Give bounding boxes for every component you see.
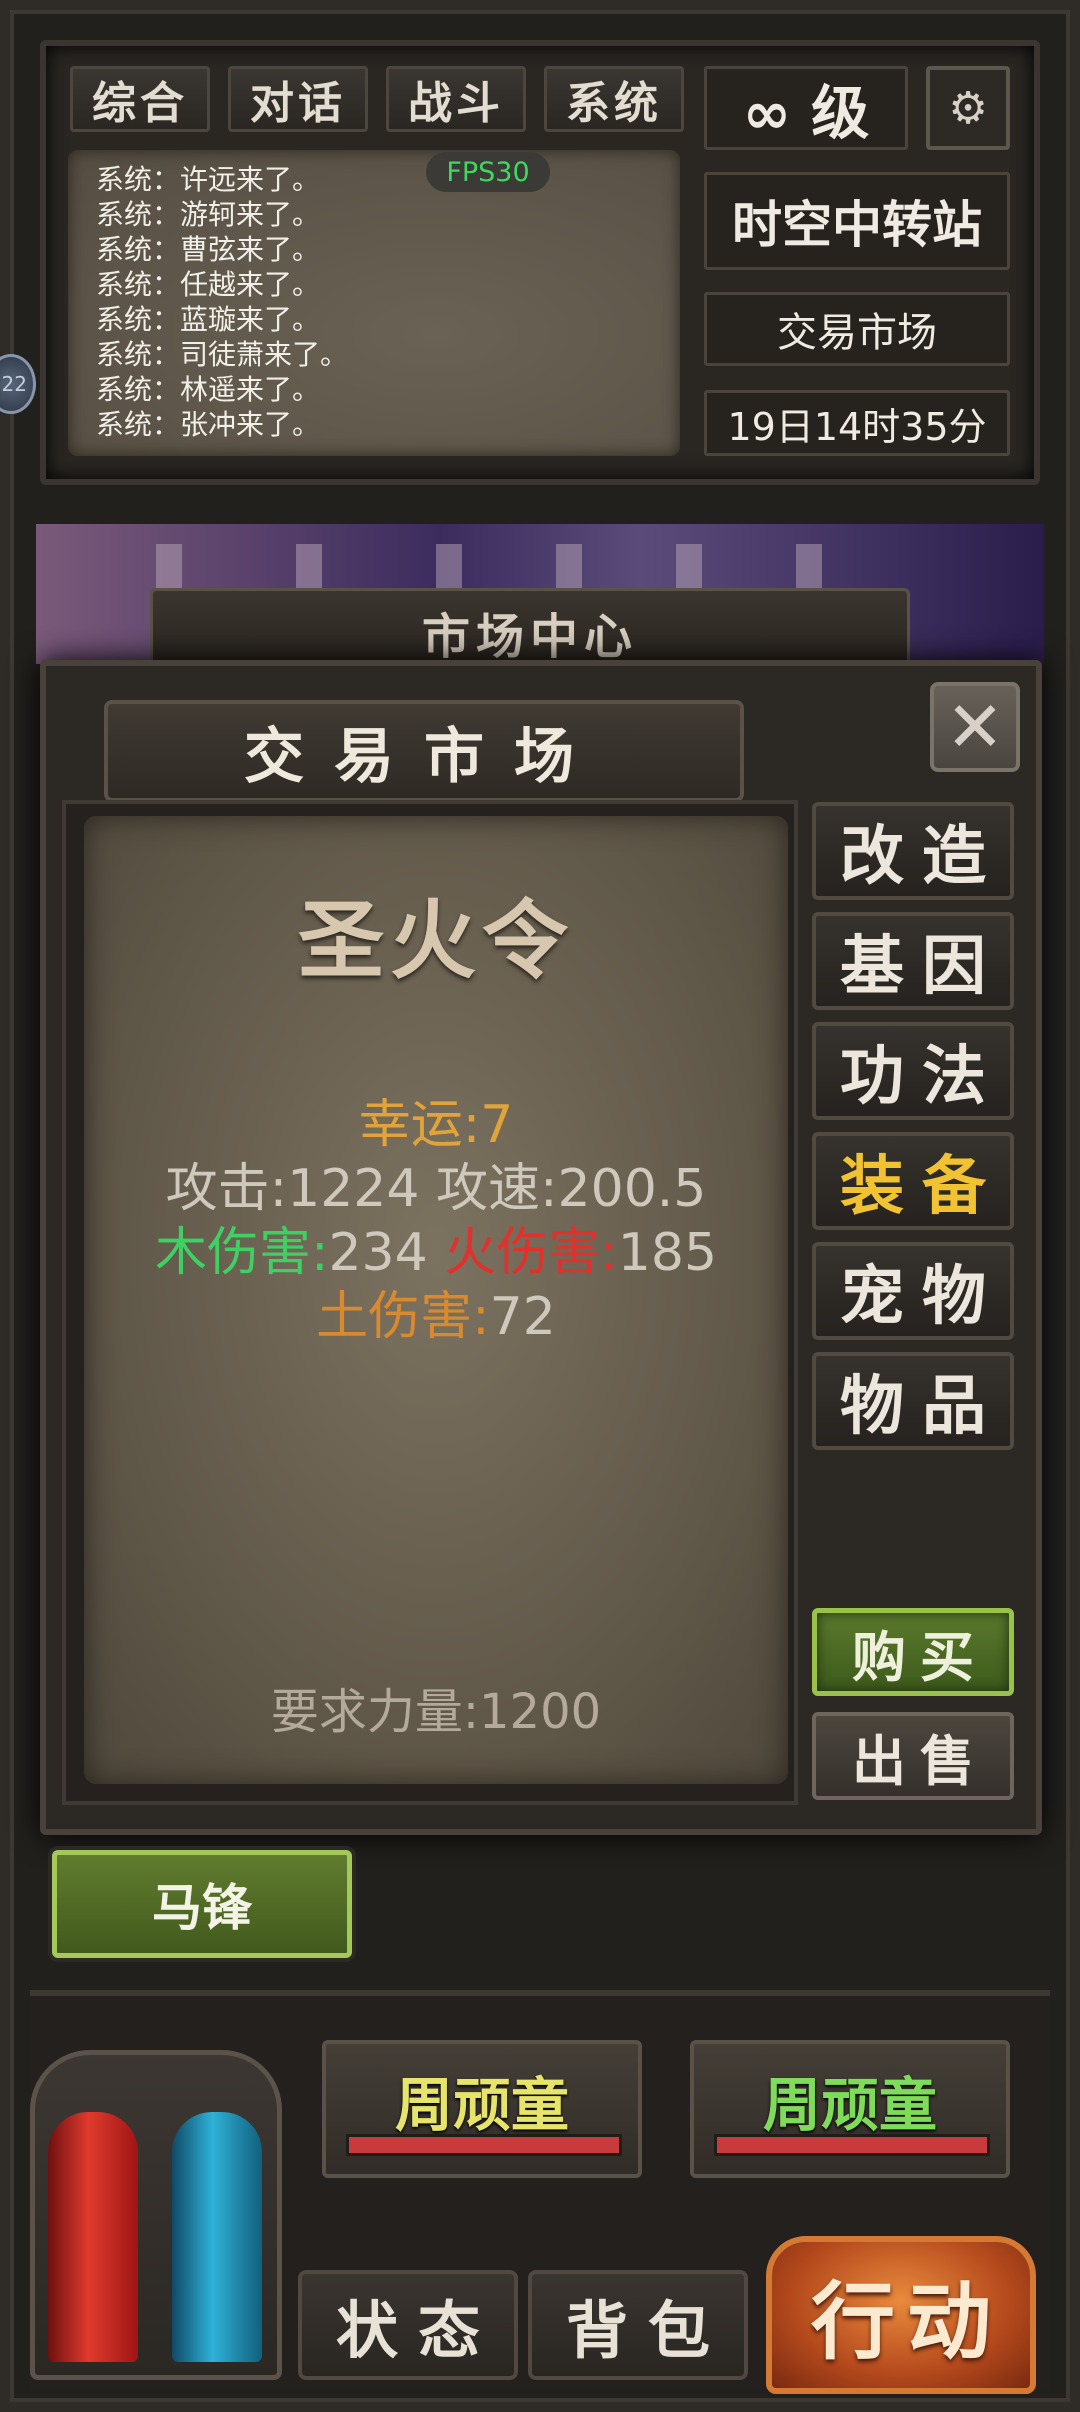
stat-earth-value: 72 [489, 1287, 556, 1347]
item-name: 圣火令 [298, 891, 574, 991]
sell-button[interactable]: 出售 [812, 1712, 1014, 1800]
status-button[interactable]: 状态 [298, 2270, 518, 2380]
level-badge: ∞ 级 [704, 66, 908, 150]
item-requirement: 要求力量:1200 [270, 1684, 602, 1740]
location-name: 时空中转站 [704, 172, 1010, 270]
category-gene[interactable]: 基因 [812, 912, 1014, 1010]
close-icon[interactable]: ✕ [930, 682, 1020, 772]
settings-gear-icon[interactable]: ⚙ [926, 66, 1010, 150]
stat-earth-line: 土伤害:72 [84, 1274, 788, 1349]
tab-system[interactable]: 系统 [544, 66, 684, 132]
npc-card-1[interactable]: 周顽童 [322, 2040, 642, 2178]
dialog-title: 交易市场 [104, 700, 744, 802]
npc-card-2[interactable]: 周顽童 [690, 2040, 1010, 2178]
buy-button[interactable]: 购买 [812, 1608, 1014, 1696]
chat-line: 系统：游轲来了。 [96, 198, 321, 231]
stat-earth-label: 土伤害: [316, 1287, 490, 1347]
tab-dialogue[interactable]: 对话 [228, 66, 368, 132]
bag-button[interactable]: 背包 [528, 2270, 748, 2380]
chat-line: 系统：任越来了。 [96, 268, 321, 301]
chat-line: 系统：司徒萧来了。 [96, 338, 349, 371]
sub-location: 交易市场 [704, 292, 1010, 366]
chat-line: 系统：蓝璇来了。 [96, 303, 321, 336]
chat-line: 系统：曹弦来了。 [96, 233, 321, 266]
action-button[interactable]: 行动 [766, 2236, 1036, 2394]
category-skill[interactable]: 功法 [812, 1022, 1014, 1120]
npc-hp-bar [714, 2134, 990, 2156]
tab-general[interactable]: 综合 [70, 66, 210, 132]
npc-name: 周顽童 [762, 2071, 937, 2139]
category-modify[interactable]: 改造 [812, 802, 1014, 900]
hp-orb [48, 2112, 138, 2362]
mp-orb [172, 2112, 262, 2362]
chat-line: 系统：林遥来了。 [96, 373, 321, 406]
player-name-button[interactable]: 马锋 [52, 1850, 352, 1958]
chat-line: 系统：许远来了。 [96, 163, 321, 196]
npc-name: 周顽童 [394, 2071, 569, 2139]
category-item[interactable]: 物品 [812, 1352, 1014, 1450]
category-pet[interactable]: 宠物 [812, 1242, 1014, 1340]
chat-line: 系统：张冲来了。 [96, 408, 321, 441]
npc-hp-bar [346, 2134, 622, 2156]
tab-combat[interactable]: 战斗 [386, 66, 526, 132]
fps-counter: FPS30 [426, 152, 550, 192]
game-time: 19日14时35分 [704, 390, 1010, 456]
chat-log[interactable]: 系统：许远来了。 系统：游轲来了。 系统：曹弦来了。 系统：任越来了。 系统：蓝… [68, 150, 680, 456]
category-equipment[interactable]: 装备 [812, 1132, 1014, 1230]
banner-title: 市场中心 [150, 588, 910, 668]
